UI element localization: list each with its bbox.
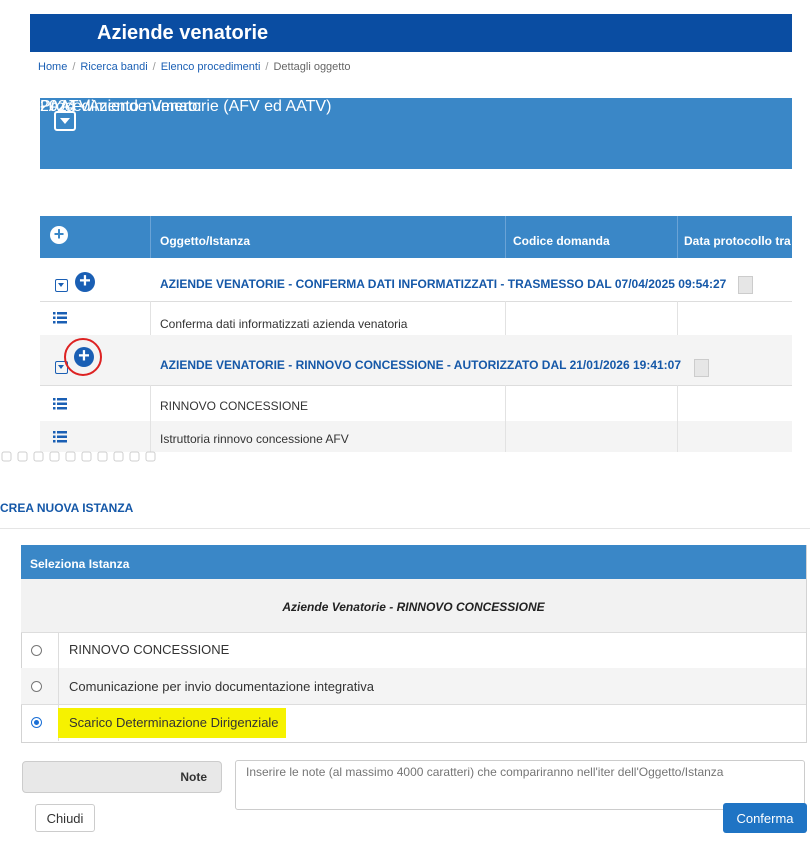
item-row-label: Conferma dati informatizzati azienda ven…: [160, 317, 408, 331]
column-header-codice[interactable]: Codice domanda: [513, 234, 610, 248]
confirm-button[interactable]: Conferma: [723, 803, 807, 833]
column-divider: [505, 216, 506, 258]
list-icon[interactable]: [53, 431, 67, 443]
note-textarea[interactable]: [235, 760, 805, 810]
group-row-title[interactable]: AZIENDE VENATORIE - CONFERMA DATI INFORM…: [160, 277, 726, 291]
radio-icon[interactable]: [31, 645, 42, 656]
column-divider: [150, 216, 151, 258]
breadcrumb-current: Dettagli oggetto: [273, 61, 351, 73]
option-label[interactable]: Scarico Determinazione Dirigenziale: [69, 715, 279, 730]
document-icon[interactable]: [738, 276, 753, 294]
document-icon[interactable]: [694, 359, 709, 377]
table-row: [40, 421, 792, 452]
radio-icon[interactable]: [31, 681, 42, 692]
option-label[interactable]: RINNOVO CONCESSIONE: [69, 642, 229, 657]
create-section-title: CREA NUOVA ISTANZA: [0, 501, 134, 515]
pager-controls[interactable]: [0, 450, 160, 462]
add-plus-icon[interactable]: +: [75, 271, 95, 292]
divider: [0, 528, 810, 529]
breadcrumb-ricerca-bandi[interactable]: Ricerca bandi: [80, 61, 147, 73]
table-row: [40, 385, 792, 422]
breadcrumb-elenco-procedimenti[interactable]: Elenco procedimenti: [161, 61, 261, 73]
radio-icon-selected[interactable]: [31, 717, 42, 728]
procedure-number: Procedimento numero:: [40, 98, 202, 115]
group-row-title[interactable]: AZIENDE VENATORIE - RINNOVO CONCESSIONE …: [160, 358, 681, 372]
panel-title: Seleziona Istanza: [30, 557, 130, 571]
panel-header: [21, 545, 806, 579]
collapse-toggle-icon[interactable]: [55, 279, 68, 292]
item-row-label: Istruttoria rinnovo concessione AFV: [160, 432, 349, 446]
page-title: Aziende venatorie: [97, 22, 269, 44]
table-header: [40, 216, 792, 258]
option-label[interactable]: Comunicazione per invio documentazione i…: [69, 679, 374, 694]
breadcrumb: Home / Ricerca bandi / Elenco procedimenti / D…: [38, 61, 351, 73]
list-icon[interactable]: [53, 398, 67, 410]
annotation-circle: [64, 338, 102, 376]
item-row-label: RINNOVO CONCESSIONE: [160, 399, 309, 413]
table-row: [40, 301, 792, 336]
note-label: Note: [180, 770, 207, 784]
close-button[interactable]: Chiudi: [35, 804, 95, 832]
column-divider: [677, 216, 678, 258]
breadcrumb-home[interactable]: Home: [38, 61, 67, 73]
panel-subtitle: Aziende Venatorie - RINNOVO CONCESSIONE: [282, 600, 545, 614]
add-plus-icon[interactable]: +: [50, 225, 68, 244]
column-header-data-protocollo[interactable]: Data protocollo tra: [684, 234, 792, 248]
column-header-oggetto[interactable]: Oggetto/Istanza: [160, 234, 250, 248]
list-icon[interactable]: [53, 312, 67, 324]
